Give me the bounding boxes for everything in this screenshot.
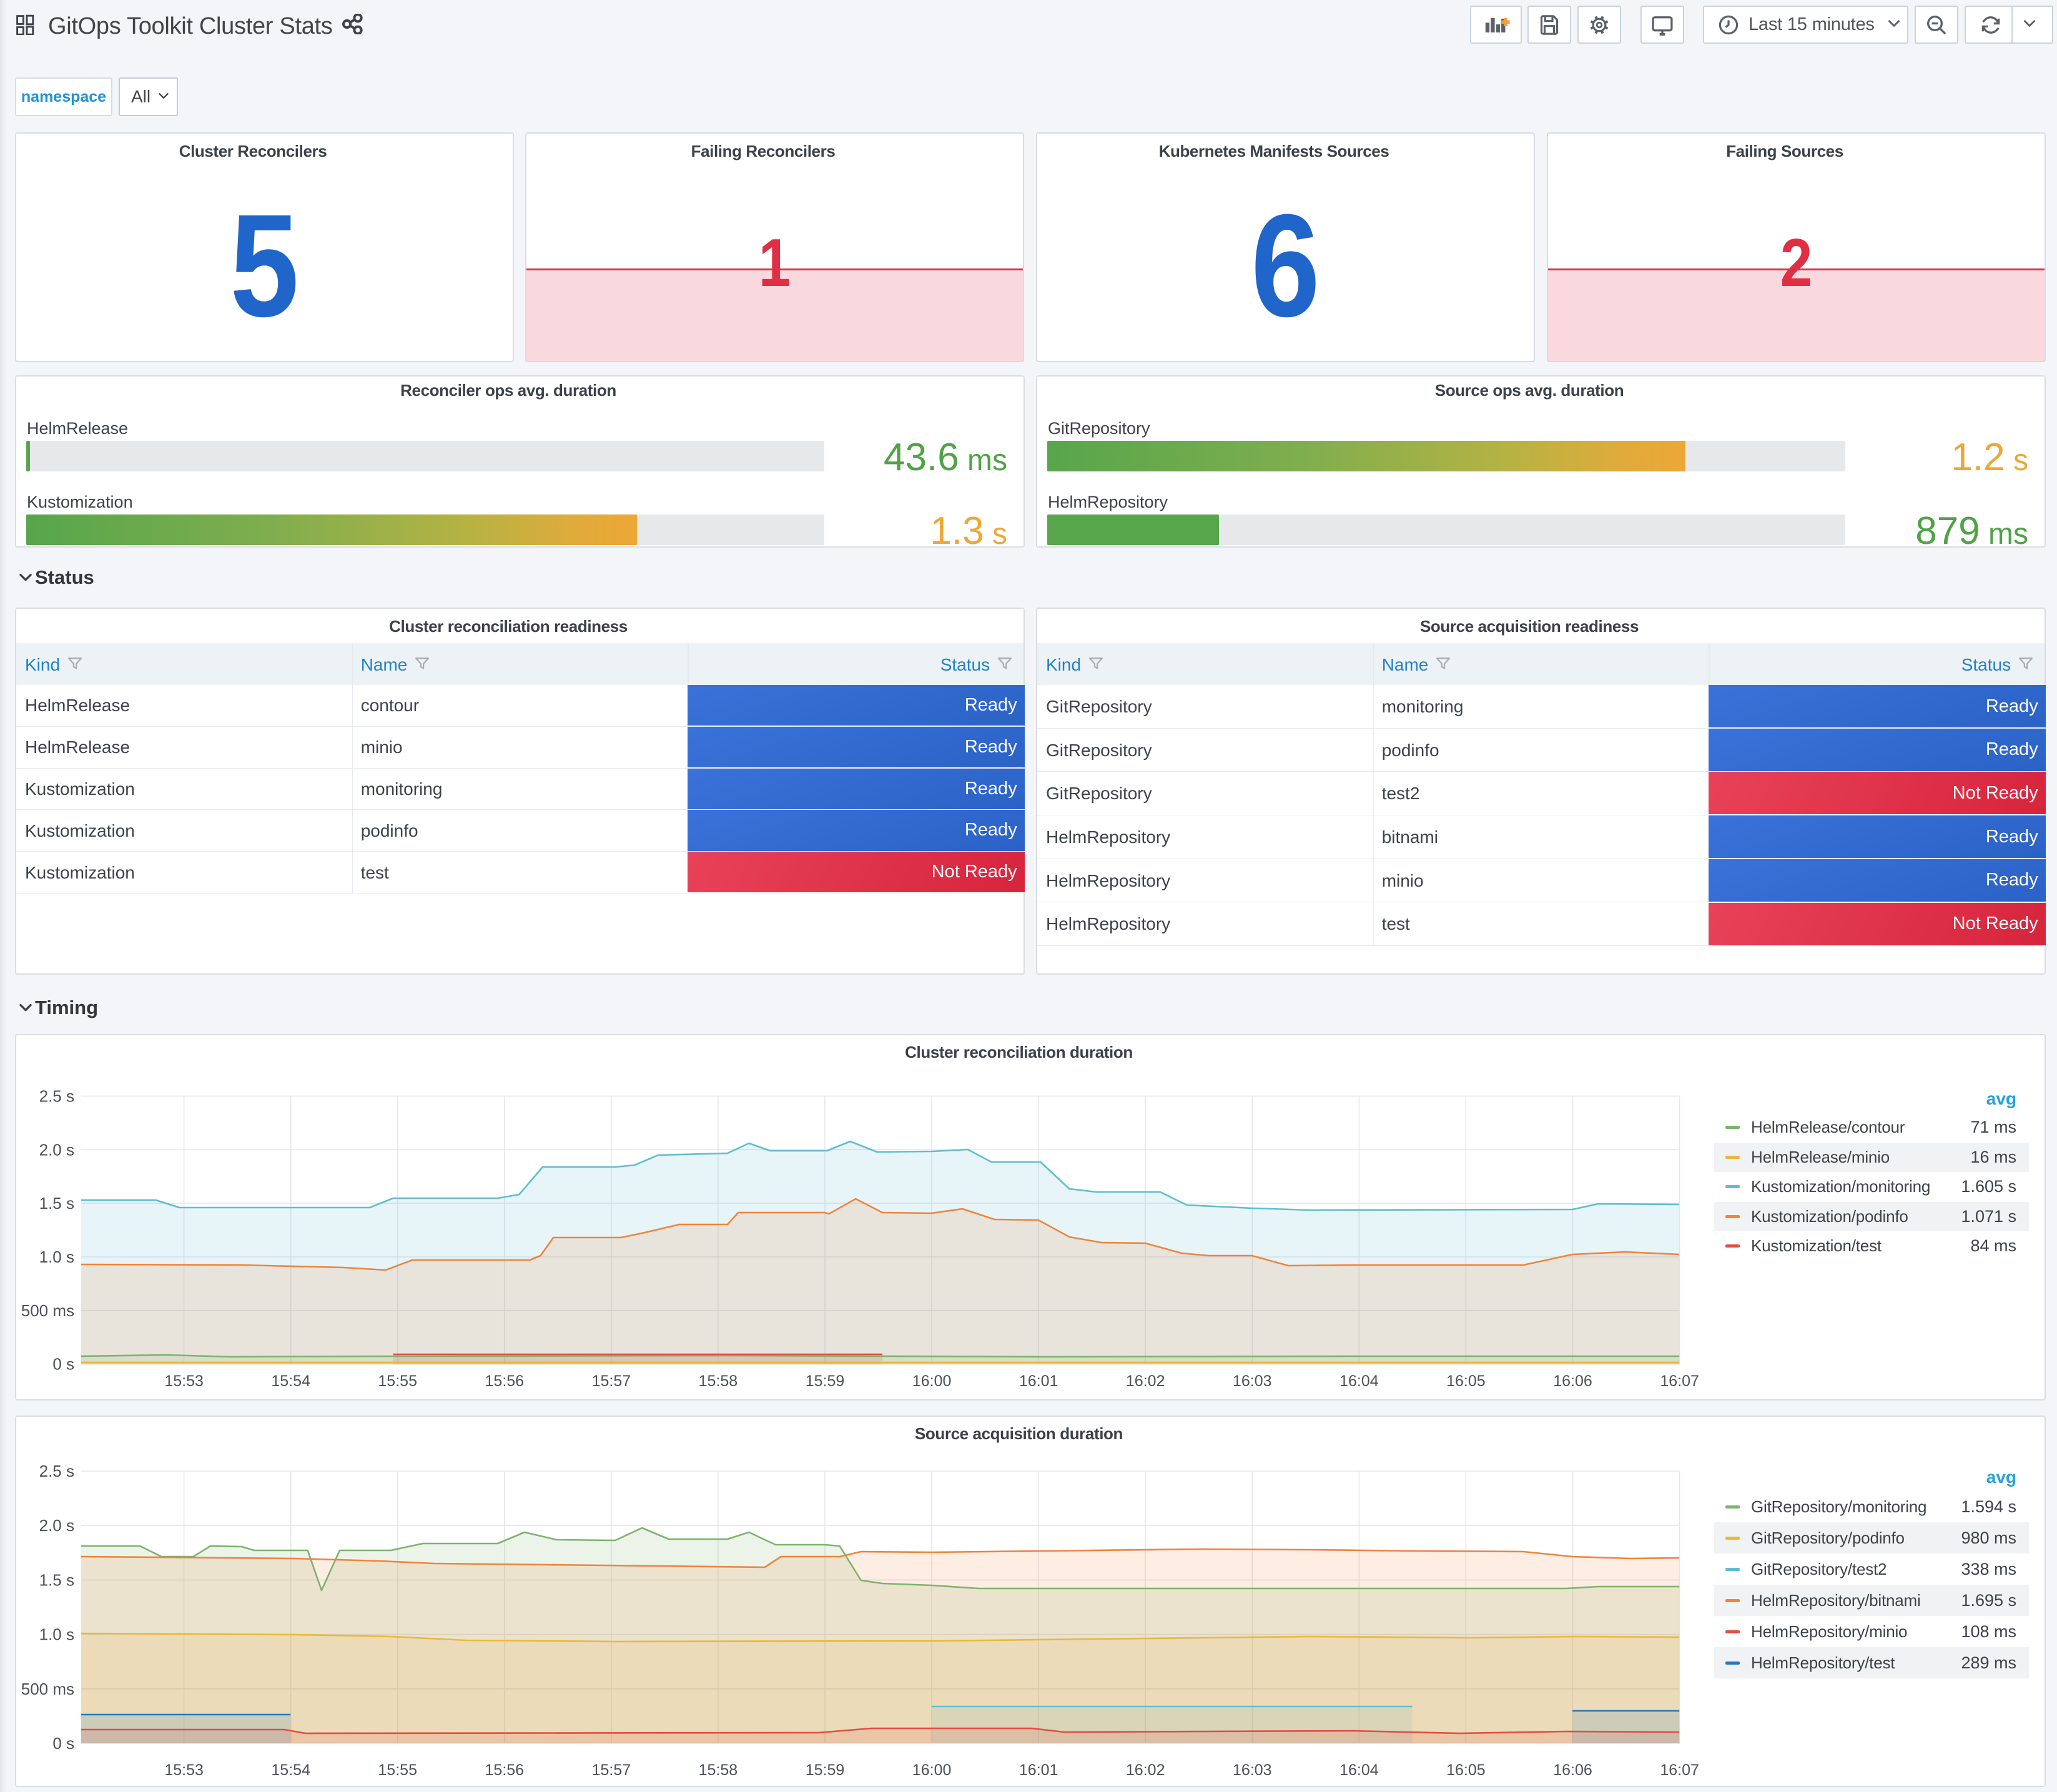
svg-text:16:05: 16:05: [1446, 1372, 1486, 1390]
svg-text:15:59: 15:59: [806, 1761, 845, 1779]
svg-text:16:00: 16:00: [912, 1372, 952, 1390]
svg-text:500 ms: 500 ms: [21, 1301, 74, 1320]
svg-text:2.5 s: 2.5 s: [39, 1462, 74, 1480]
svg-text:15:53: 15:53: [164, 1372, 204, 1390]
svg-text:15:57: 15:57: [592, 1372, 631, 1390]
svg-text:15:58: 15:58: [699, 1372, 738, 1390]
svg-text:15:56: 15:56: [485, 1761, 525, 1779]
svg-text:16:06: 16:06: [1553, 1372, 1592, 1390]
svg-text:0 s: 0 s: [52, 1734, 74, 1753]
svg-text:16:01: 16:01: [1019, 1372, 1058, 1390]
svg-text:1.5 s: 1.5 s: [39, 1194, 74, 1213]
svg-text:15:57: 15:57: [592, 1761, 631, 1779]
svg-text:15:54: 15:54: [271, 1372, 310, 1390]
svg-text:16:03: 16:03: [1233, 1372, 1272, 1390]
svg-text:16:05: 16:05: [1446, 1761, 1486, 1779]
svg-text:0 s: 0 s: [52, 1355, 74, 1374]
svg-text:16:07: 16:07: [1660, 1372, 1699, 1390]
svg-text:15:56: 15:56: [485, 1372, 525, 1390]
svg-text:16:07: 16:07: [1660, 1761, 1699, 1779]
svg-text:2.0 s: 2.0 s: [39, 1516, 74, 1535]
svg-text:2.5 s: 2.5 s: [39, 1086, 74, 1105]
svg-text:15:59: 15:59: [806, 1372, 845, 1390]
svg-text:15:54: 15:54: [271, 1761, 310, 1779]
svg-text:15:55: 15:55: [378, 1372, 417, 1390]
svg-text:15:53: 15:53: [164, 1761, 204, 1779]
svg-text:16:02: 16:02: [1126, 1372, 1165, 1390]
svg-text:15:55: 15:55: [378, 1761, 417, 1779]
svg-text:1.0 s: 1.0 s: [39, 1625, 74, 1644]
svg-text:15:58: 15:58: [699, 1761, 738, 1779]
svg-text:16:01: 16:01: [1019, 1761, 1058, 1779]
svg-text:16:06: 16:06: [1553, 1761, 1592, 1779]
svg-text:16:02: 16:02: [1126, 1761, 1165, 1779]
svg-text:1.5 s: 1.5 s: [39, 1570, 74, 1589]
svg-text:16:03: 16:03: [1233, 1761, 1272, 1779]
svg-text:2.0 s: 2.0 s: [39, 1140, 74, 1159]
svg-text:16:00: 16:00: [912, 1761, 952, 1779]
svg-text:16:04: 16:04: [1339, 1761, 1379, 1779]
svg-text:16:04: 16:04: [1339, 1372, 1379, 1390]
svg-text:1.0 s: 1.0 s: [39, 1248, 74, 1266]
svg-text:500 ms: 500 ms: [21, 1680, 74, 1698]
